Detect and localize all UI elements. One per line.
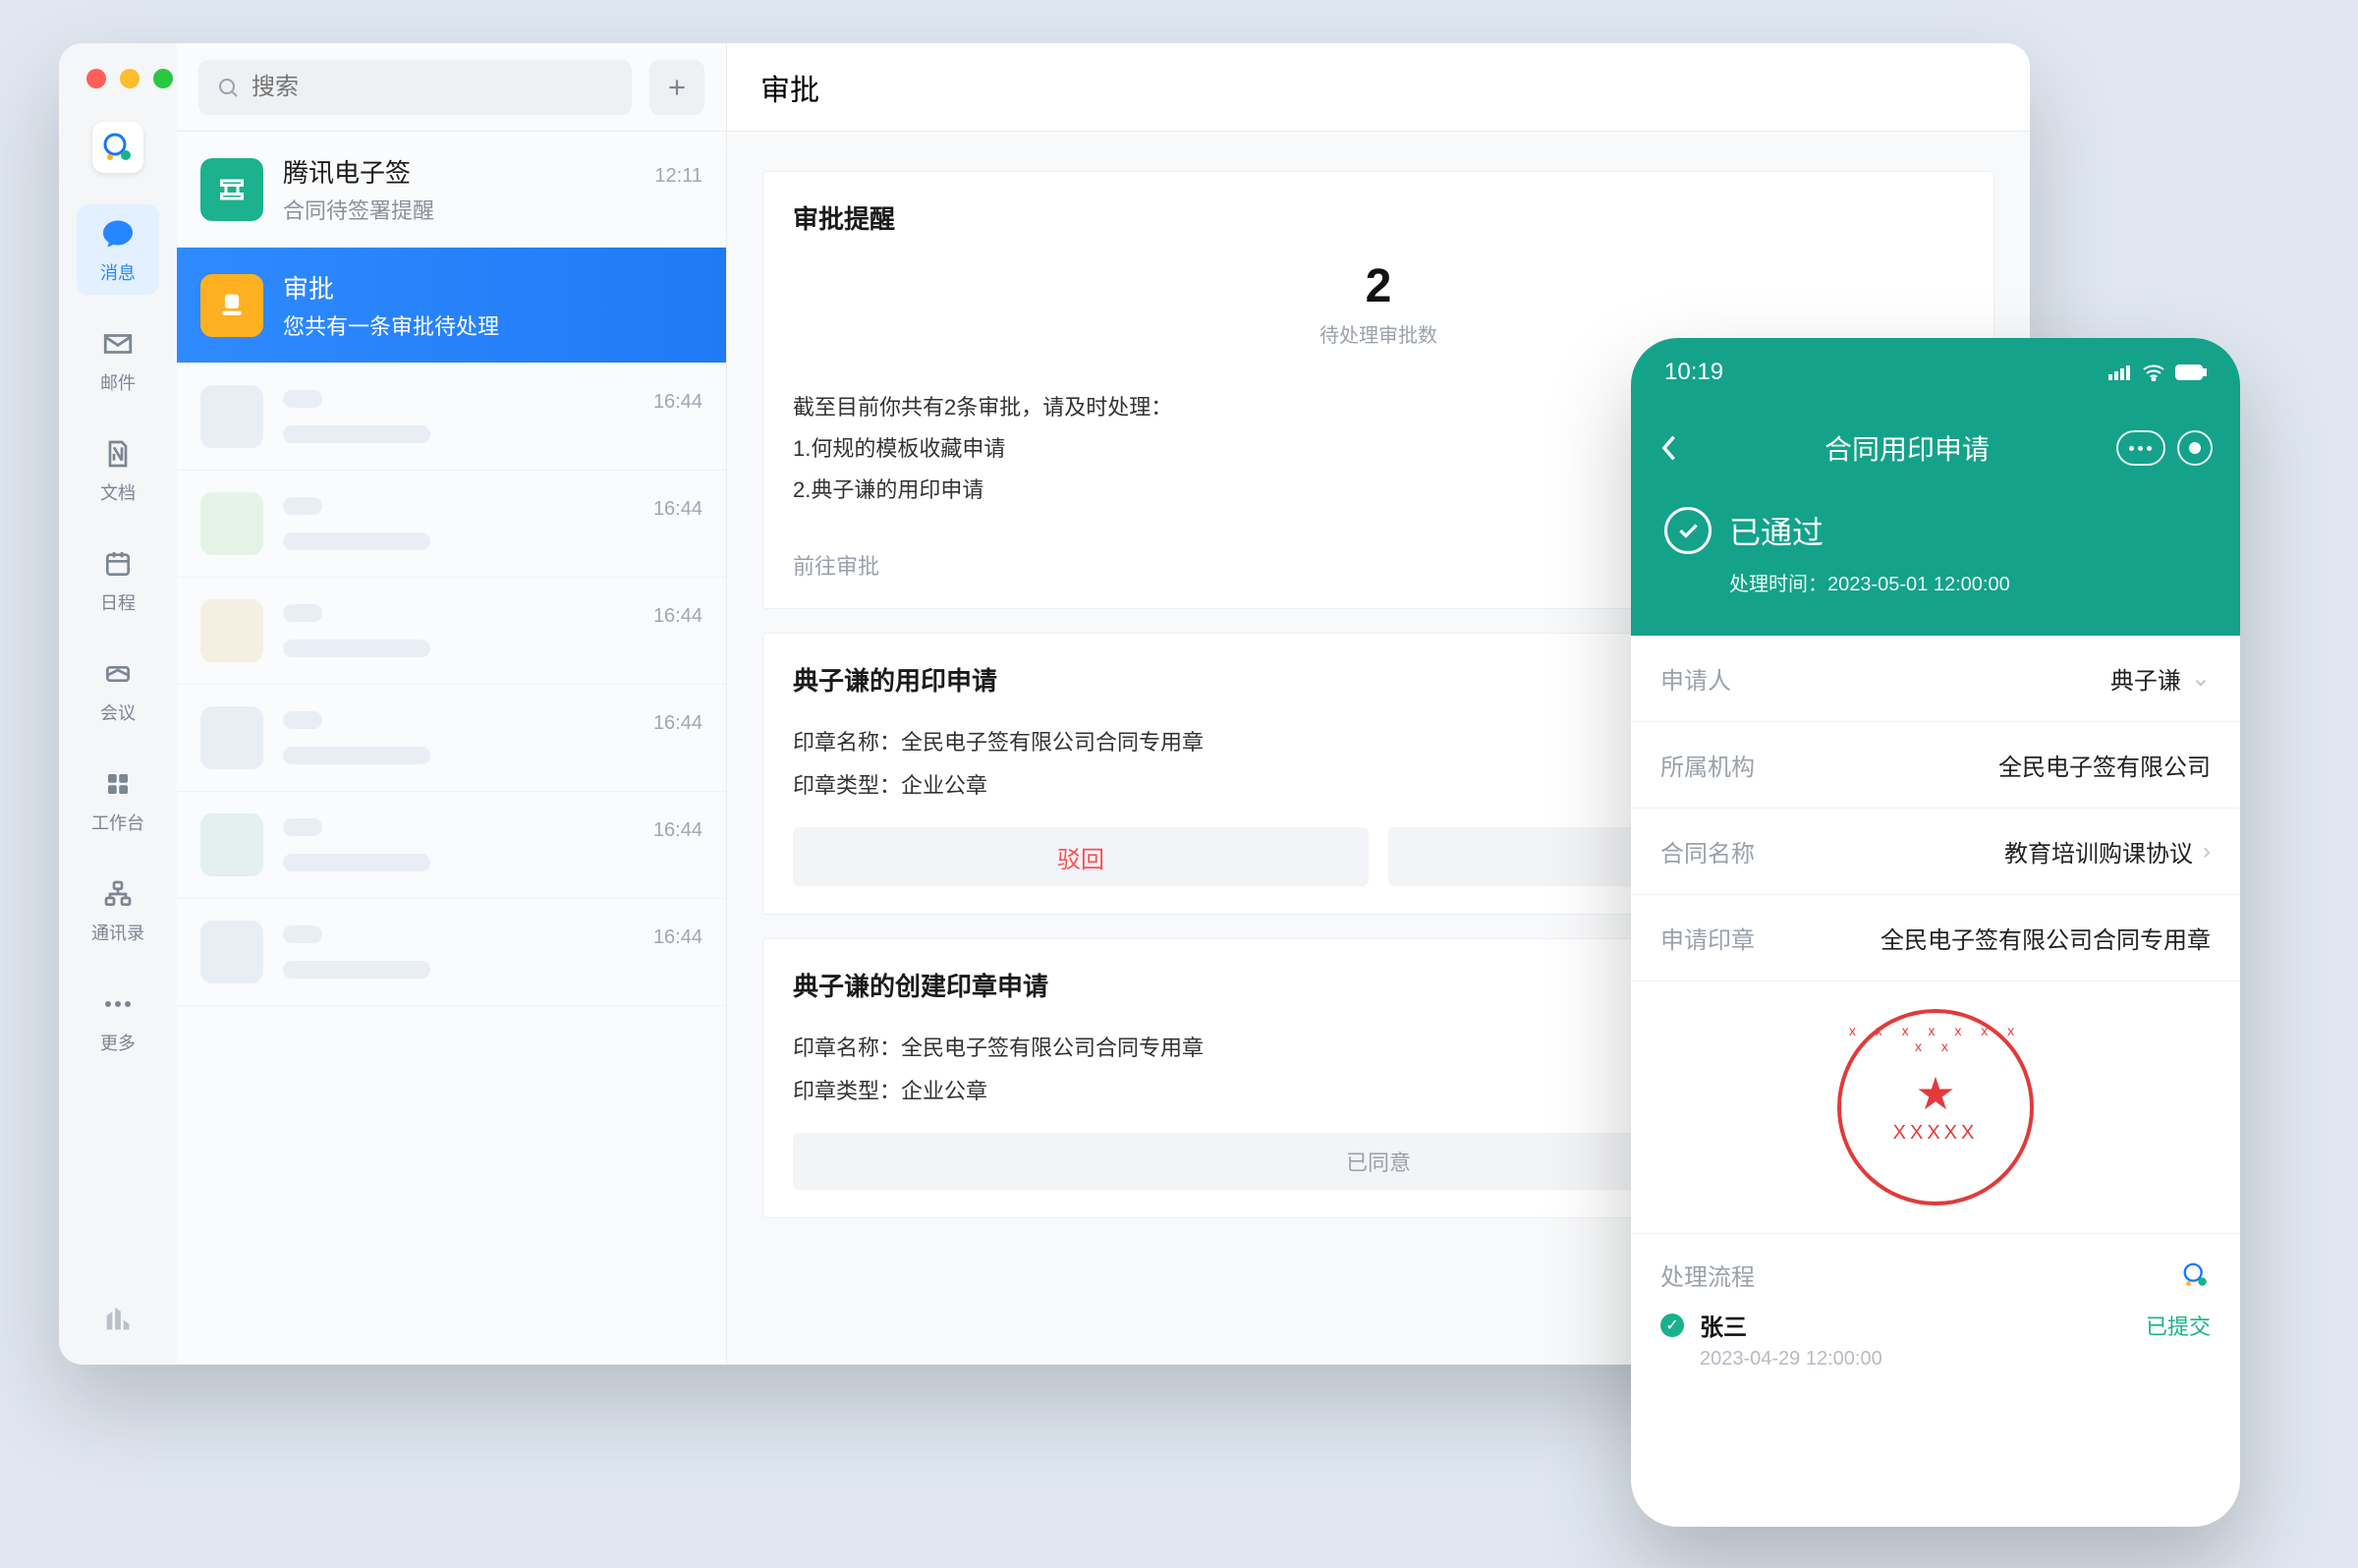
sidebar-item-doc[interactable]: 文档	[77, 424, 159, 515]
conversation-item-placeholder[interactable]: 16:44	[177, 471, 726, 578]
new-conversation-button[interactable]	[649, 60, 704, 115]
mobile-status-hero: 已通过 处理时间：2023-05-01 12:00:00	[1631, 489, 2240, 636]
search-input[interactable]	[252, 74, 614, 101]
form-row-contract[interactable]: 合同名称 教育培训购课协议›	[1631, 809, 2240, 895]
meeting-icon	[98, 654, 138, 694]
conversation-time: 12:11	[654, 165, 702, 188]
check-circle-icon	[1664, 507, 1712, 554]
form-row-applicant[interactable]: 申请人 典子谦⌄	[1631, 636, 2240, 722]
conversation-subtitle: 您共有一条审批待处理	[283, 309, 702, 341]
sidebar-item-label: 日程	[100, 589, 136, 615]
flow-step-status: 已提交	[2146, 1310, 2211, 1341]
processed-time: 2023-05-01 12:00:00	[1827, 574, 2010, 595]
approval-app-icon	[200, 274, 263, 337]
sidebar-item-label: 工作台	[91, 810, 144, 835]
mobile-form: 申请人 典子谦⌄ 所属机构 全民电子签有限公司 合同名称 教育培训购课协议› 申…	[1631, 636, 2240, 981]
mobile-mockup: 10:19 合同用印申请 已通过 处理时间：2023-05-01 12:00:0…	[1631, 338, 2240, 1527]
sidebar-item-meeting[interactable]: 会议	[77, 644, 159, 735]
flow-step: ✓ 张三 已提交	[1660, 1308, 2211, 1342]
applicant-value: 典子谦	[2110, 661, 2181, 696]
miniprogram-menu-icon[interactable]	[2116, 430, 2165, 466]
mobile-navbar: 合同用印申请	[1631, 407, 2240, 489]
battery-icon	[2175, 364, 2207, 380]
flow-step-time: 2023-04-29 12:00:00	[1700, 1348, 2211, 1371]
conversation-title: 腾讯电子签	[283, 153, 411, 190]
pending-count: 2	[793, 259, 1964, 313]
conversation-header	[177, 43, 726, 132]
org-value: 全民电子签有限公司	[1998, 748, 2211, 782]
mobile-statusbar: 10:19	[1631, 338, 2240, 407]
search-input-wrapper[interactable]	[198, 60, 632, 115]
seal-name-value: 全民电子签有限公司合同专用章	[901, 1036, 1204, 1060]
seal-name-value: 全民电子签有限公司合同专用章	[901, 730, 1204, 755]
conversation-item-approval[interactable]: 审批 您共有一条审批待处理	[177, 248, 726, 364]
conversation-item-placeholder[interactable]: 16:44	[177, 578, 726, 685]
check-dot-icon: ✓	[1660, 1314, 1684, 1337]
sidebar-item-mail[interactable]: 邮件	[77, 314, 159, 405]
stamp-text: XXXXX	[1893, 1122, 1979, 1145]
conversation-column: 腾讯电子签 12:11 合同待签署提醒 审批 您共有一条审批待处理 16:44 …	[177, 43, 727, 1365]
window-zoom-icon[interactable]	[153, 69, 173, 88]
grid-icon	[98, 764, 138, 804]
more-dots-icon	[98, 984, 138, 1024]
seal-type-value: 企业公章	[901, 773, 987, 798]
company-seal-icon: x x x x x x x x x ★ XXXXX	[1837, 1009, 2034, 1205]
contract-value: 教育培训购课协议	[2004, 834, 2193, 868]
window-close-icon[interactable]	[86, 69, 106, 88]
calendar-icon	[98, 544, 138, 584]
conversation-subtitle: 合同待签署提醒	[283, 194, 702, 225]
conversation-item-placeholder[interactable]: 16:44	[177, 364, 726, 471]
main-header-title: 审批	[727, 43, 2030, 132]
conversation-item-placeholder[interactable]: 16:44	[177, 792, 726, 899]
miniprogram-close-icon[interactable]	[2177, 430, 2213, 466]
panel-header: 审批提醒	[793, 199, 1964, 236]
mobile-nav-title: 合同用印申请	[1825, 428, 1990, 468]
conversation-item-placeholder[interactable]: 16:44	[177, 685, 726, 792]
left-sidebar: 消息 邮件 文档 日程 会议 工作台 通讯录 更多	[59, 43, 177, 1365]
window-traffic-lights	[86, 69, 173, 88]
window-minimize-icon[interactable]	[120, 69, 140, 88]
sidebar-item-label: 会议	[100, 700, 136, 725]
status-time: 10:19	[1664, 359, 1723, 386]
doc-icon	[98, 434, 138, 474]
sidebar-item-more[interactable]: 更多	[77, 975, 159, 1065]
star-icon: ★	[1915, 1071, 1955, 1116]
sidebar-item-label: 通讯录	[91, 920, 144, 945]
sidebar-item-messages[interactable]: 消息	[77, 204, 159, 295]
sidebar-item-workbench[interactable]: 工作台	[77, 755, 159, 845]
conversation-item-esign[interactable]: 腾讯电子签 12:11 合同待签署提醒	[177, 132, 726, 248]
esign-app-icon	[200, 158, 263, 221]
signal-icon	[2108, 364, 2132, 380]
org-chart-icon	[98, 874, 138, 914]
wifi-icon	[2142, 364, 2165, 381]
search-icon	[216, 76, 240, 99]
reject-button[interactable]: 驳回	[793, 827, 1369, 886]
flow-list: ✓ 张三 已提交 2023-04-29 12:00:00	[1631, 1302, 2240, 1400]
conversation-title: 审批	[283, 269, 334, 306]
chat-bubble-icon	[98, 214, 138, 253]
approval-status: 已通过	[1729, 508, 1824, 553]
form-row-org: 所属机构 全民电子签有限公司	[1631, 722, 2240, 809]
form-row-seal: 申请印章 全民电子签有限公司合同专用章	[1631, 895, 2240, 981]
seal-type-value: 企业公章	[901, 1079, 987, 1103]
seal-value: 全民电子签有限公司合同专用章	[1881, 921, 2211, 955]
sidebar-item-calendar[interactable]: 日程	[77, 534, 159, 625]
back-button[interactable]	[1658, 434, 1698, 462]
chevron-right-icon: ›	[2203, 838, 2211, 866]
sidebar-item-label: 邮件	[100, 369, 136, 395]
chevron-down-icon: ⌄	[2191, 664, 2211, 693]
chat-icon[interactable]	[2181, 1260, 2211, 1290]
conversation-item-placeholder[interactable]: 16:44	[177, 899, 726, 1006]
app-logo-icon	[92, 122, 143, 173]
stamp-preview: x x x x x x x x x ★ XXXXX	[1631, 981, 2240, 1234]
sidebar-item-label: 文档	[100, 479, 136, 505]
sidebar-item-label: 更多	[100, 1030, 136, 1055]
sidebar-item-label: 消息	[100, 259, 136, 285]
flow-person-name: 张三	[1700, 1308, 1747, 1342]
sidebar-item-contacts[interactable]: 通讯录	[77, 865, 159, 955]
mail-icon	[98, 324, 138, 364]
flow-section-header: 处理流程	[1631, 1234, 2240, 1302]
sidebar-bottom-icon[interactable]	[101, 1302, 135, 1365]
